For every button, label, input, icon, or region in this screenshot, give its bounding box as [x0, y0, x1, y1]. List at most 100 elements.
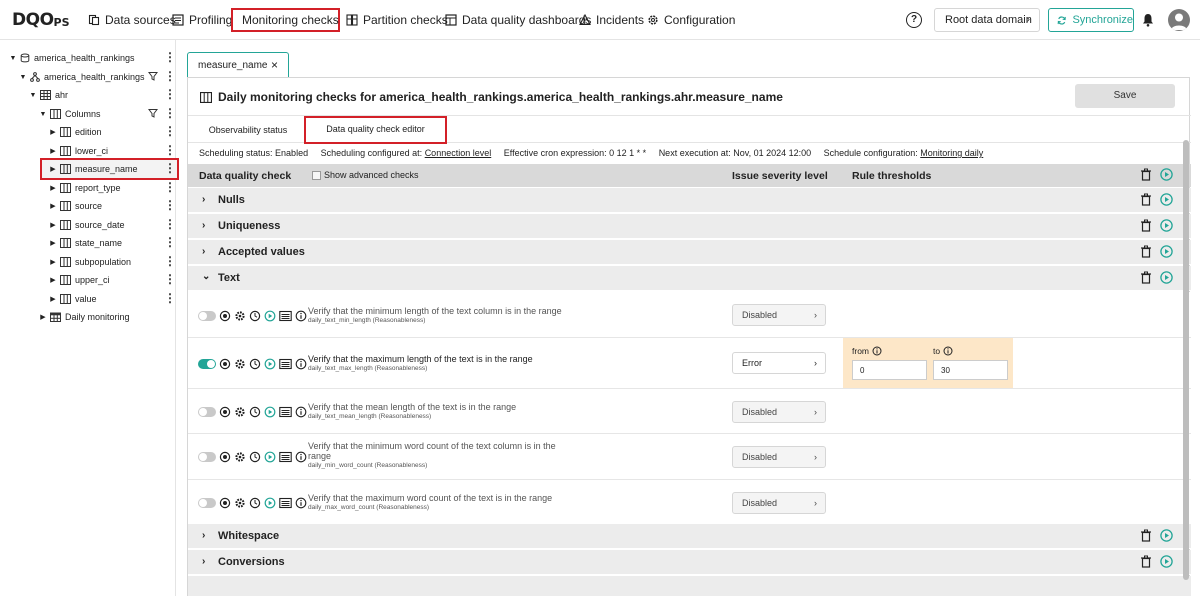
more-options-icon[interactable]: ⋮ — [164, 70, 176, 82]
tree-column-upper-ci[interactable]: ▶ upper_ci ⋮ — [0, 271, 176, 289]
category-nulls[interactable]: › Nulls — [188, 188, 1191, 213]
run-icon[interactable] — [1160, 245, 1173, 258]
caret-right-icon[interactable]: ▶ — [48, 276, 58, 284]
tree-column-source-date[interactable]: ▶ source_date ⋮ — [0, 216, 176, 234]
run-icon[interactable] — [264, 406, 276, 418]
trash-icon[interactable] — [1140, 193, 1152, 206]
save-button[interactable]: Save — [1075, 84, 1175, 108]
tree-daily-monitoring[interactable]: ▶ Daily monitoring — [0, 308, 176, 326]
close-icon[interactable]: × — [271, 58, 278, 72]
results-table-icon[interactable] — [279, 358, 292, 370]
nav-profiling[interactable]: Profiling — [168, 8, 236, 32]
results-table-icon[interactable] — [279, 451, 292, 463]
info-icon[interactable] — [295, 358, 307, 370]
advanced-checks-toggle[interactable]: Show advanced checks — [312, 170, 419, 181]
connection-level-link[interactable]: Connection level — [425, 148, 492, 158]
chevron-right-icon[interactable]: › — [202, 220, 205, 231]
trash-icon[interactable] — [1140, 245, 1152, 258]
info-icon[interactable] — [872, 346, 882, 356]
caret-right-icon[interactable]: ▶ — [38, 313, 48, 321]
chevron-right-icon[interactable]: › — [202, 194, 205, 205]
caret-right-icon[interactable]: ▶ — [48, 295, 58, 303]
tree-columns-folder[interactable]: ▼ Columns ⋮ — [0, 105, 176, 123]
caret-right-icon[interactable]: ▶ — [48, 239, 58, 247]
nav-monitoring-checks[interactable]: Monitoring checks — [231, 8, 340, 32]
notifications-bell-icon[interactable] — [1142, 13, 1154, 27]
trash-icon[interactable] — [1140, 529, 1152, 542]
tree-column-report-type[interactable]: ▶ report_type ⋮ — [0, 179, 176, 197]
results-table-icon[interactable] — [279, 497, 292, 509]
more-options-icon[interactable]: ⋮ — [164, 107, 176, 119]
root-data-domain-button[interactable]: Root data domain › — [934, 8, 1040, 32]
enable-toggle[interactable] — [198, 359, 216, 369]
monitoring-daily-link[interactable]: Monitoring daily — [920, 148, 983, 158]
more-options-icon[interactable]: ⋮ — [164, 273, 176, 285]
info-icon[interactable] — [295, 497, 307, 509]
tree-column-state-name[interactable]: ▶ state_name ⋮ — [0, 234, 176, 252]
run-icon[interactable] — [1160, 219, 1173, 232]
more-options-icon[interactable]: ⋮ — [164, 199, 176, 211]
filter-icon[interactable] — [148, 71, 158, 81]
dqops-logo[interactable]: DQO PS — [12, 9, 70, 31]
run-icon[interactable] — [1160, 271, 1173, 284]
tree-column-value[interactable]: ▶ value ⋮ — [0, 290, 176, 308]
more-options-icon[interactable]: ⋮ — [164, 292, 176, 304]
synchronize-button[interactable]: Synchronize — [1048, 8, 1134, 32]
tree-connection[interactable]: ▼ america_health_rankings ⋮ — [0, 49, 176, 67]
caret-right-icon[interactable]: ▶ — [48, 165, 58, 173]
caret-down-icon[interactable]: ▼ — [38, 111, 48, 118]
tab-check-editor[interactable]: Data quality check editor — [304, 116, 447, 144]
run-icon[interactable] — [1160, 555, 1173, 568]
nav-partition-checks[interactable]: Partition checks — [342, 8, 452, 32]
more-options-icon[interactable]: ⋮ — [164, 144, 176, 156]
severity-select[interactable]: Disabled › — [732, 446, 826, 468]
enable-toggle[interactable] — [198, 452, 216, 462]
more-options-icon[interactable]: ⋮ — [164, 181, 176, 193]
tree-table[interactable]: ▼ ahr ⋮ — [0, 86, 176, 104]
from-input[interactable]: 0 — [852, 360, 927, 380]
severity-select[interactable]: Disabled › — [732, 401, 826, 423]
run-icon[interactable] — [264, 451, 276, 463]
clock-icon[interactable] — [249, 451, 261, 463]
caret-right-icon[interactable]: ▶ — [48, 258, 58, 266]
severity-select[interactable]: Disabled › — [732, 304, 826, 326]
clock-icon[interactable] — [249, 358, 261, 370]
run-icon[interactable] — [1160, 529, 1173, 542]
nav-configuration[interactable]: Configuration — [643, 8, 739, 32]
severity-select[interactable]: Disabled › — [732, 492, 826, 514]
enable-toggle[interactable] — [198, 498, 216, 508]
tree-column-subpopulation[interactable]: ▶ subpopulation ⋮ — [0, 253, 176, 271]
more-options-icon[interactable]: ⋮ — [164, 162, 176, 174]
category-conversions[interactable]: › Conversions — [188, 550, 1191, 575]
gear-icon[interactable] — [234, 310, 246, 322]
checkbox[interactable] — [312, 171, 321, 181]
target-icon[interactable] — [219, 358, 231, 370]
caret-down-icon[interactable]: ▼ — [18, 74, 28, 81]
category-uniqueness[interactable]: › Uniqueness — [188, 214, 1191, 239]
target-icon[interactable] — [219, 451, 231, 463]
nav-dashboards[interactable]: Data quality dashboards — [441, 8, 595, 32]
more-options-icon[interactable]: ⋮ — [164, 218, 176, 230]
target-icon[interactable] — [219, 497, 231, 509]
clock-icon[interactable] — [249, 497, 261, 509]
info-icon[interactable] — [943, 346, 953, 356]
caret-down-icon[interactable]: ▼ — [8, 55, 18, 62]
results-table-icon[interactable] — [279, 406, 292, 418]
info-icon[interactable] — [295, 451, 307, 463]
run-icon[interactable] — [264, 497, 276, 509]
tree-column-lower-ci[interactable]: ▶ lower_ci ⋮ — [0, 142, 176, 160]
tree-column-measure-name[interactable]: ▶ measure_name ⋮ — [40, 158, 179, 180]
tree-column-edition[interactable]: ▶ edition ⋮ — [0, 123, 176, 141]
category-text[interactable]: ⌄ Text — [188, 266, 1191, 291]
caret-right-icon[interactable]: ▶ — [48, 221, 58, 229]
chevron-right-icon[interactable]: › — [202, 556, 205, 567]
user-avatar[interactable] — [1168, 9, 1190, 31]
tab-observability-status[interactable]: Observability status — [198, 116, 298, 144]
enable-toggle[interactable] — [198, 407, 216, 417]
chevron-down-icon[interactable]: ⌄ — [202, 271, 210, 282]
run-icon[interactable] — [1160, 193, 1173, 206]
results-table-icon[interactable] — [279, 310, 292, 322]
caret-right-icon[interactable]: ▶ — [48, 128, 58, 136]
tab-measure-name[interactable]: measure_name × — [187, 52, 289, 78]
tree-schema[interactable]: ▼ america_health_rankings ⋮ — [0, 68, 176, 86]
